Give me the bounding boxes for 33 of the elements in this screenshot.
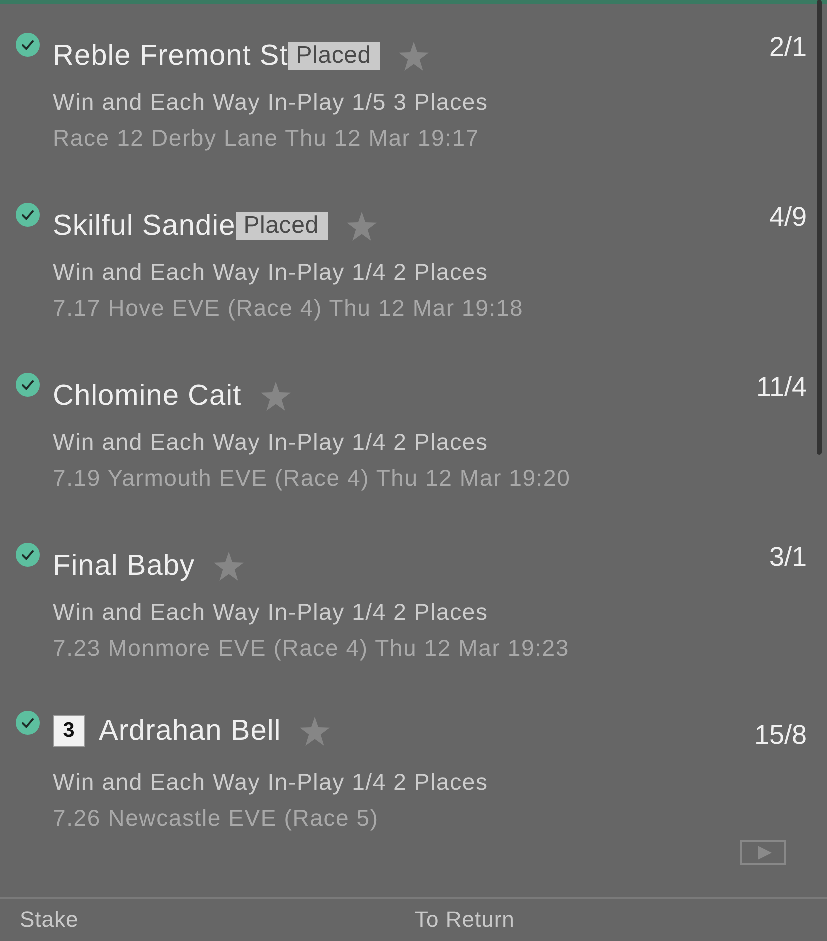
scrollbar[interactable] xyxy=(817,0,822,455)
status-badge: Placed xyxy=(288,42,380,70)
to-return-label: To Return xyxy=(415,907,515,933)
market-text: Win and Each Way In-Play 1/4 2 Places xyxy=(53,598,490,627)
selection-name: Ardrahan Bell xyxy=(99,714,282,748)
market-text: Win and Each Way In-Play 1/4 2 Places xyxy=(53,428,490,457)
odds-text: 15/8 xyxy=(754,720,807,750)
stake-label: Stake xyxy=(20,907,79,933)
video-button[interactable] xyxy=(740,840,786,865)
trap-number-badge: 3 xyxy=(53,715,85,747)
selection-name: Reble Fremont St xyxy=(53,39,288,73)
star-icon[interactable] xyxy=(399,42,430,70)
status-badge: Placed xyxy=(236,212,328,240)
event-text: 7.17 Hove EVE (Race 4) Thu 12 Mar 19:18 xyxy=(53,294,525,323)
market-text: Win and Each Way In-Play 1/4 2 Places xyxy=(53,768,490,797)
play-icon xyxy=(758,846,772,860)
event-text: 7.23 Monmore EVE (Race 4) Thu 12 Mar 19:23 xyxy=(53,634,570,663)
odds-text: 11/4 xyxy=(756,372,807,402)
market-text: Win and Each Way In-Play 1/5 3 Places xyxy=(53,88,490,117)
star-icon[interactable] xyxy=(214,552,244,580)
selection-name: Chlomine Cait xyxy=(53,379,242,413)
star-icon[interactable] xyxy=(300,716,330,746)
odds-text: 3/1 xyxy=(769,542,807,572)
odds-text: 4/9 xyxy=(769,202,807,232)
event-text: 7.19 Yarmouth EVE (Race 4) Thu 12 Mar 19:20 xyxy=(53,464,572,493)
selection-name: Skilful Sandie xyxy=(53,209,236,243)
star-icon[interactable] xyxy=(346,212,377,240)
event-text: 7.26 Newcastle EVE (Race 5) xyxy=(53,804,380,833)
market-text: Win and Each Way In-Play 1/4 2 Places xyxy=(53,258,490,287)
odds-text: 2/1 xyxy=(769,32,807,62)
event-text: Race 12 Derby Lane Thu 12 Mar 19:17 xyxy=(53,124,480,153)
selection-name: Final Baby xyxy=(53,549,196,583)
star-icon[interactable] xyxy=(260,382,291,410)
